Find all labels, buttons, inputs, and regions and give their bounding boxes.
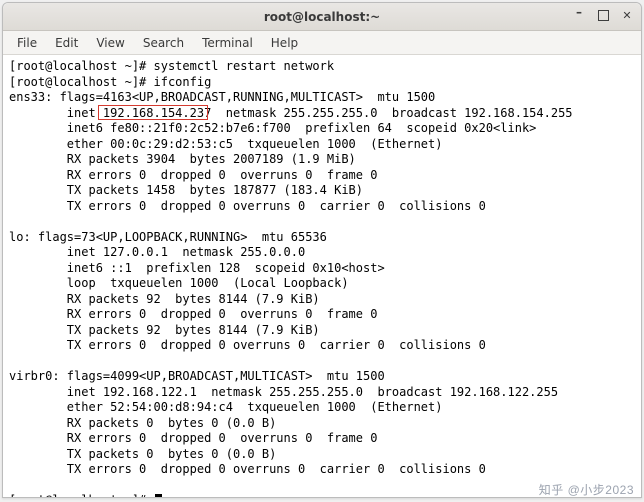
- terminal-line: lo: flags=73<UP,LOOPBACK,RUNNING> mtu 65…: [9, 230, 327, 244]
- window-title: root@localhost:~: [3, 10, 641, 24]
- menu-view[interactable]: View: [88, 34, 132, 52]
- terminal-line: TX packets 0 bytes 0 (0.0 B): [9, 447, 276, 461]
- terminal-line: RX packets 3904 bytes 2007189 (1.9 MiB): [9, 152, 356, 166]
- terminal-line: inet6 fe80::21f0:2c52:b7e6:f700 prefixle…: [9, 121, 536, 135]
- terminal-window: root@localhost:~ File Edit View Search T…: [2, 2, 642, 498]
- terminal-line: TX errors 0 dropped 0 overruns 0 carrier…: [9, 199, 486, 213]
- title-bar: root@localhost:~: [3, 3, 641, 31]
- menu-terminal[interactable]: Terminal: [194, 34, 261, 52]
- terminal-line: TX packets 92 bytes 8144 (7.9 KiB): [9, 323, 320, 337]
- terminal-line: inet6 ::1 prefixlen 128 scopeid 0x10<hos…: [9, 261, 385, 275]
- terminal-line: inet 192.168.122.1 netmask 255.255.255.0…: [9, 385, 558, 399]
- window-controls: [571, 7, 635, 23]
- terminal-line: virbr0: flags=4099<UP,BROADCAST,MULTICAS…: [9, 369, 385, 383]
- menu-file[interactable]: File: [9, 34, 45, 52]
- terminal-line: loop txqueuelen 1000 (Local Loopback): [9, 276, 349, 290]
- menu-edit[interactable]: Edit: [47, 34, 86, 52]
- terminal-line: TX errors 0 dropped 0 overruns 0 carrier…: [9, 462, 486, 476]
- terminal-line: RX packets 0 bytes 0 (0.0 B): [9, 416, 276, 430]
- terminal-line: [root@localhost ~]# systemctl restart ne…: [9, 59, 334, 73]
- terminal-line: ether 00:0c:29:d2:53:c5 txqueuelen 1000 …: [9, 137, 442, 151]
- terminal-line: RX packets 92 bytes 8144 (7.9 KiB): [9, 292, 320, 306]
- terminal-line: TX errors 0 dropped 0 overruns 0 carrier…: [9, 338, 486, 352]
- terminal-line: RX errors 0 dropped 0 overruns 0 frame 0: [9, 168, 377, 182]
- terminal-line: inet 127.0.0.1 netmask 255.0.0.0: [9, 245, 305, 259]
- cursor-icon: [155, 494, 162, 497]
- menu-help[interactable]: Help: [263, 34, 306, 52]
- terminal-line: inet 192.168.154.237 netmask 255.255.255…: [9, 106, 573, 120]
- close-button[interactable]: [619, 7, 635, 23]
- minimize-button[interactable]: [571, 7, 587, 23]
- maximize-button[interactable]: [595, 7, 611, 23]
- terminal-line: TX packets 1458 bytes 187877 (183.4 KiB): [9, 183, 363, 197]
- terminal-line: RX errors 0 dropped 0 overruns 0 frame 0: [9, 431, 377, 445]
- menu-search[interactable]: Search: [135, 34, 192, 52]
- terminal-line: [root@localhost ~]# ifconfig: [9, 75, 211, 89]
- menu-bar: File Edit View Search Terminal Help: [3, 31, 641, 55]
- terminal-area[interactable]: [root@localhost ~]# systemctl restart ne…: [3, 55, 641, 497]
- terminal-line: ens33: flags=4163<UP,BROADCAST,RUNNING,M…: [9, 90, 435, 104]
- terminal-line: RX errors 0 dropped 0 overruns 0 frame 0: [9, 307, 377, 321]
- watermark: 知乎 @小步2023: [539, 481, 634, 498]
- terminal-prompt: [root@localhost ~]#: [9, 493, 154, 497]
- terminal-line: ether 52:54:00:d8:94:c4 txqueuelen 1000 …: [9, 400, 442, 414]
